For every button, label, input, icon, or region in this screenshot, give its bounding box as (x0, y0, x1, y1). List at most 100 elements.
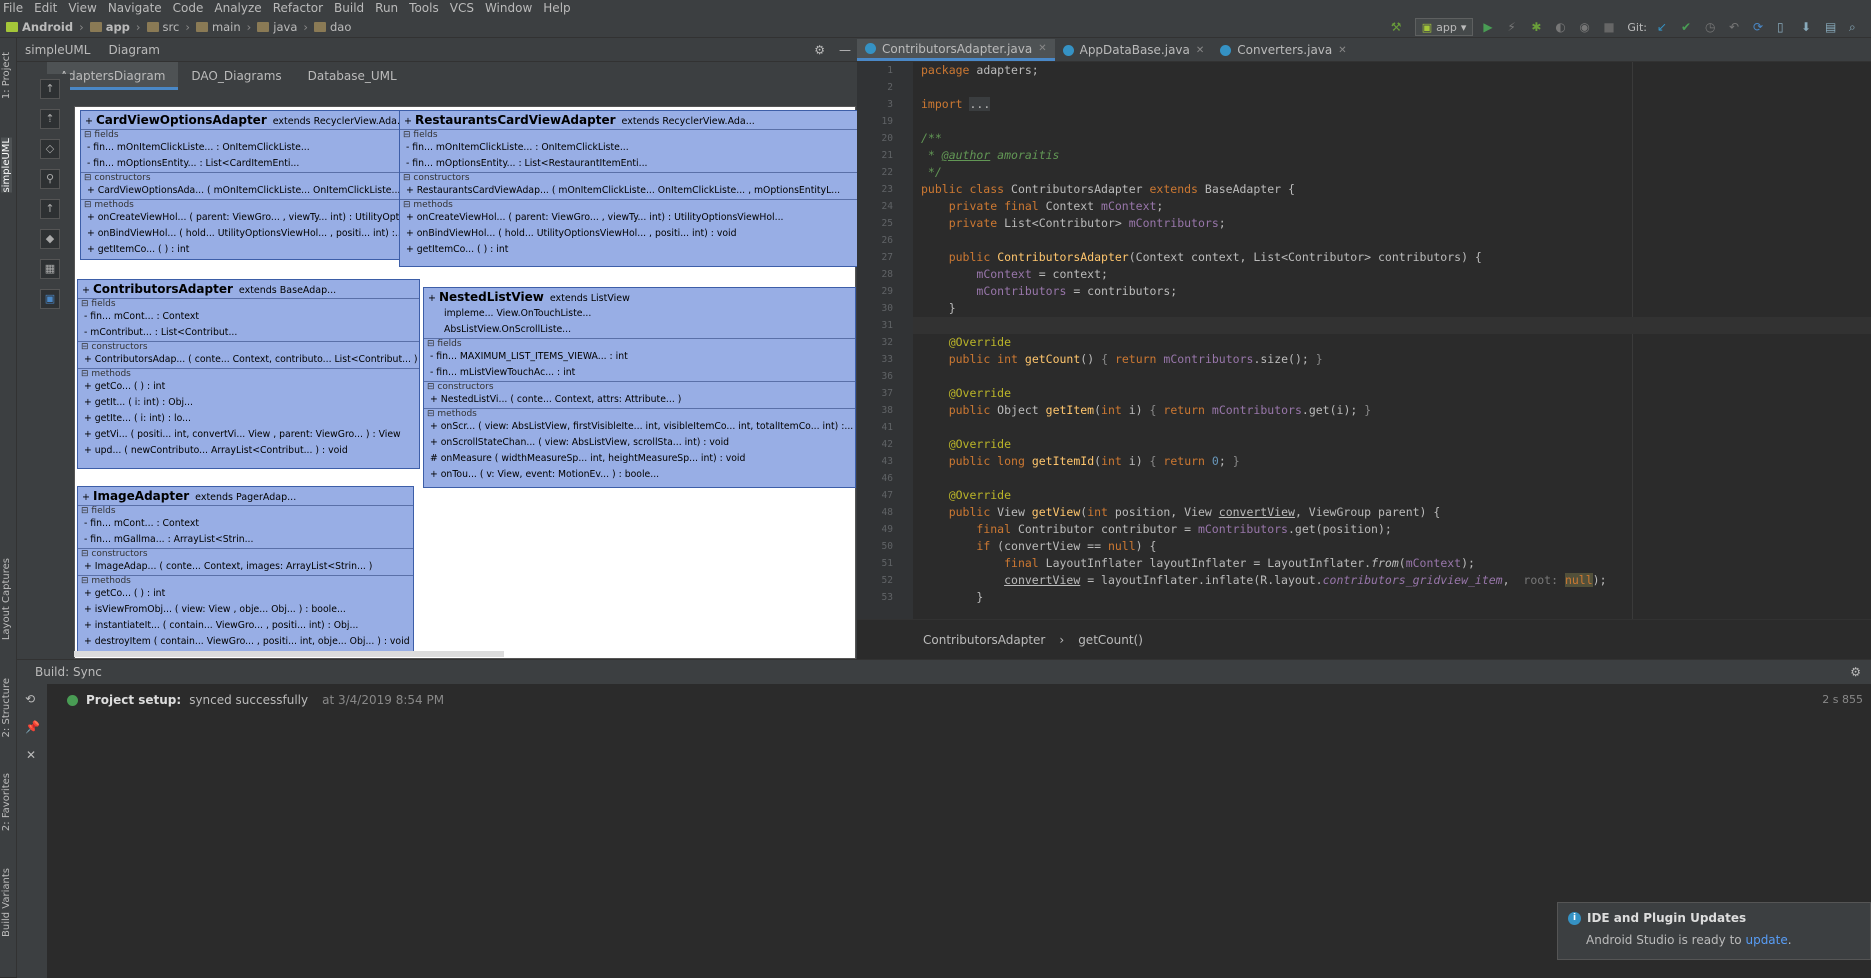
uml-class-nestedlistview[interactable]: + NestedListView extends ListView impleme.… (423, 287, 856, 488)
tab-simpleuml[interactable]: simpleUML (1, 138, 12, 193)
code-line[interactable]: 50 if (convertView == null) { (882, 538, 1871, 555)
panel-tab-simpleuml[interactable]: simpleUML (25, 43, 90, 57)
panel-tab-diagram[interactable]: Diagram (108, 43, 160, 57)
menu-vcs[interactable]: VCS (447, 1, 482, 15)
code-line[interactable]: 1 package adapters; (887, 62, 1871, 79)
code-line[interactable]: 31 (882, 317, 1871, 334)
breadcrumb-method[interactable]: getCount() (1078, 633, 1143, 647)
uml-section-methods[interactable]: ⊟ methods (424, 408, 855, 419)
uml-member[interactable]: + upd... ( newContributo... ArrayList<Co… (78, 443, 419, 459)
diagram-scrollbar[interactable] (74, 651, 504, 657)
uml-member[interactable]: - fin... mCont... : Context (78, 516, 413, 532)
uml-member[interactable]: - fin... mOptionsEntity... : List<CardIt… (81, 156, 399, 172)
menu-build[interactable]: Build (331, 1, 372, 15)
collapse-icon[interactable]: ⊟ (81, 299, 91, 309)
uml-member[interactable]: + ImageAdap... ( conte... Context, image… (78, 559, 413, 575)
sync-gradle-icon[interactable]: ⟳ (1753, 20, 1767, 34)
menu-code[interactable]: Code (170, 1, 212, 15)
uml-section-constructors[interactable]: ⊟ constructors (400, 172, 857, 183)
restart-icon[interactable]: ⟲ (25, 692, 39, 706)
collapse-icon[interactable]: ⊟ (403, 200, 413, 210)
uml-member[interactable]: + NestedListVi... ( conte... Context, at… (424, 392, 855, 408)
code-line[interactable]: 51 final LayoutInflater layoutInflater =… (882, 555, 1871, 572)
code-line[interactable]: 43 public long getItemId(int i) { return… (882, 453, 1871, 470)
code-line[interactable]: 30 } (882, 300, 1871, 317)
breadcrumb-app[interactable]: app › (89, 20, 141, 34)
revert-icon[interactable]: ↶ (1729, 20, 1743, 34)
menu-analyze[interactable]: Analyze (211, 1, 269, 15)
code-line[interactable]: 53 } (882, 589, 1871, 606)
code-area[interactable]: 1 package adapters; 2 3 import ... 19 20/** 21 … (882, 62, 1871, 619)
uml-member[interactable]: + onBindViewHol... ( hold... UtilityOpti… (81, 226, 399, 242)
menu-refactor[interactable]: Refactor (270, 1, 331, 15)
tab-build-sync[interactable]: Build: Sync (35, 665, 102, 679)
menu-navigate[interactable]: Navigate (105, 1, 170, 15)
uml-section-methods[interactable]: ⊟ methods (78, 368, 419, 379)
tab-dao-diagrams[interactable]: DAO_Diagrams (178, 62, 294, 90)
code-line[interactable]: 28 mContext = context; (882, 266, 1871, 283)
select-tool-icon[interactable]: ↑ (40, 79, 60, 99)
code-line[interactable]: 20 /** (882, 130, 1871, 147)
breadcrumb-main[interactable]: main › (195, 20, 251, 34)
uml-member[interactable]: + onScr... ( view: AbsListView, firstVis… (424, 419, 855, 435)
code-line[interactable]: 38 public Object getItem(int i) { return… (882, 402, 1871, 419)
tab-database-uml[interactable]: Database_UML (295, 62, 410, 90)
apply-changes-icon[interactable]: ⚡ (1507, 20, 1521, 34)
breadcrumb-android[interactable]: Android › (6, 20, 84, 34)
association-tool-icon[interactable]: ↑ (40, 199, 60, 219)
gear-icon[interactable]: ⚙ (814, 43, 825, 57)
collapse-icon[interactable]: ⊟ (427, 382, 437, 392)
tab-favorites[interactable]: 2: Favorites (1, 773, 12, 831)
uml-section-fields[interactable]: ⊟ fields (78, 298, 419, 309)
uml-member[interactable]: + RestaurantsCardViewAdap... ( mOnItemCl… (400, 183, 857, 199)
uml-section-methods[interactable]: ⊟ methods (78, 575, 413, 586)
code-line[interactable]: 27 public ContributorsAdapter(Context co… (882, 249, 1871, 266)
uml-member[interactable]: + getCo... ( ) : int (78, 586, 413, 602)
uml-section-fields[interactable]: ⊟ fields (424, 338, 855, 349)
uml-section-constructors[interactable]: ⊟ constructors (424, 381, 855, 392)
uml-class-contributorsadapter[interactable]: + ContributorsAdapter extends BaseAdap...… (77, 279, 420, 469)
sdk-manager-icon[interactable]: ⬇ (1801, 20, 1815, 34)
menu-file[interactable]: File (0, 1, 31, 15)
code-line[interactable]: 2 (887, 79, 1871, 96)
uml-section-constructors[interactable]: ⊟ constructors (81, 172, 399, 183)
code-line[interactable]: 23 public class ContributorsAdapter exten… (882, 181, 1871, 198)
menu-run[interactable]: Run (372, 1, 406, 15)
uml-member[interactable]: + getIte... ( i: int) : lo... (78, 411, 419, 427)
uml-class-restaurantscardviewadapter[interactable]: + RestaurantsCardViewAdapter extends Recy… (399, 110, 858, 267)
hammer-build-icon[interactable]: ⚒ (1391, 20, 1405, 34)
menu-view[interactable]: View (65, 1, 104, 15)
breadcrumb-java[interactable]: java › (257, 20, 308, 34)
code-line[interactable]: 29 mContributors = contributors; (882, 283, 1871, 300)
code-line[interactable]: 26 (882, 232, 1871, 249)
dependency-tool-icon[interactable]: ⚲ (40, 169, 60, 189)
code-line[interactable]: 22 */ (882, 164, 1871, 181)
project-structure-icon[interactable]: ▤ (1825, 20, 1839, 34)
breadcrumb-dao[interactable]: dao (314, 20, 351, 34)
uml-member[interactable]: + onScrollStateChan... ( view: AbsListVi… (424, 435, 855, 451)
code-line[interactable]: 3 import ... (887, 96, 1871, 113)
uml-member[interactable]: + ContributorsAdap... ( conte... Context… (78, 352, 419, 368)
code-line[interactable]: 41 (882, 419, 1871, 436)
package-tool-icon[interactable]: ▦ (40, 259, 60, 279)
code-line[interactable]: 21 * @author amoraitis (882, 147, 1871, 164)
uml-member[interactable]: + getCo... ( ) : int (78, 379, 419, 395)
generalization-tool-icon[interactable]: ⇡ (40, 109, 60, 129)
uml-section-methods[interactable]: ⊟ methods (81, 199, 399, 210)
uml-member[interactable]: - fin... mOnItemClickListe... : OnItemCl… (400, 140, 857, 156)
run-icon[interactable]: ▶ (1483, 20, 1497, 34)
code-line[interactable]: 49 final Contributor contributor = mCont… (882, 521, 1871, 538)
uml-member[interactable]: + getItemCo... ( ) : int (81, 242, 399, 258)
profile-icon[interactable]: ◐ (1555, 20, 1569, 34)
uml-member[interactable]: + onTou... ( v: View, event: MotionEv...… (424, 467, 855, 483)
uml-member[interactable]: + CardViewOptionsAda... ( mOnItemClickLi… (81, 183, 399, 199)
collapse-icon[interactable]: ⊟ (427, 409, 437, 419)
collapse-icon[interactable]: ⊟ (403, 130, 413, 140)
uml-section-fields[interactable]: ⊟ fields (81, 129, 399, 140)
class-tool-icon[interactable]: ▣ (40, 289, 60, 309)
uml-member[interactable]: - fin... MAXIMUM_LIST_ITEMS_VIEWA... : i… (424, 349, 855, 365)
collapse-icon[interactable]: ⊟ (81, 549, 91, 559)
uml-member[interactable]: + instantiateIt... ( contain... ViewGro.… (78, 618, 413, 634)
realization-tool-icon[interactable]: ◇ (40, 139, 60, 159)
uml-member[interactable]: - fin... mOptionsEntity... : List<Restau… (400, 156, 857, 172)
